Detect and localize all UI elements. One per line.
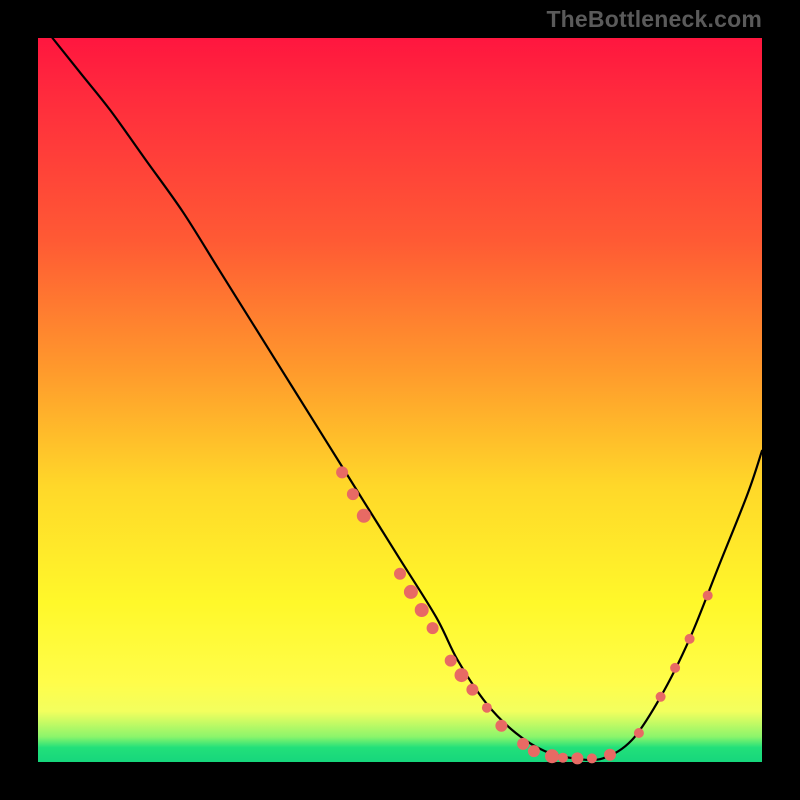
- marker-dot: [482, 703, 492, 713]
- marker-dot: [558, 753, 568, 763]
- marker-dot: [455, 668, 469, 682]
- marker-dot: [604, 749, 616, 761]
- marker-dot: [427, 622, 439, 634]
- marker-dot: [703, 591, 713, 601]
- marker-dot: [685, 634, 695, 644]
- marker-dot: [357, 509, 371, 523]
- marker-dot: [394, 568, 406, 580]
- marker-dot: [545, 749, 559, 763]
- marker-dot: [495, 720, 507, 732]
- marker-dot: [445, 655, 457, 667]
- marker-dot: [517, 738, 529, 750]
- chart-frame: TheBottleneck.com: [0, 0, 800, 800]
- chart-svg: [38, 38, 762, 762]
- marker-dot: [634, 728, 644, 738]
- marker-dot: [404, 585, 418, 599]
- marker-dot: [466, 684, 478, 696]
- marker-dot: [528, 745, 540, 757]
- watermark-label: TheBottleneck.com: [546, 6, 762, 33]
- marker-dot: [670, 663, 680, 673]
- marker-dot: [587, 753, 597, 763]
- highlight-markers: [336, 466, 713, 764]
- marker-dot: [347, 488, 359, 500]
- marker-dot: [656, 692, 666, 702]
- bottleneck-curve: [53, 38, 763, 760]
- marker-dot: [571, 752, 583, 764]
- marker-dot: [415, 603, 429, 617]
- marker-dot: [336, 466, 348, 478]
